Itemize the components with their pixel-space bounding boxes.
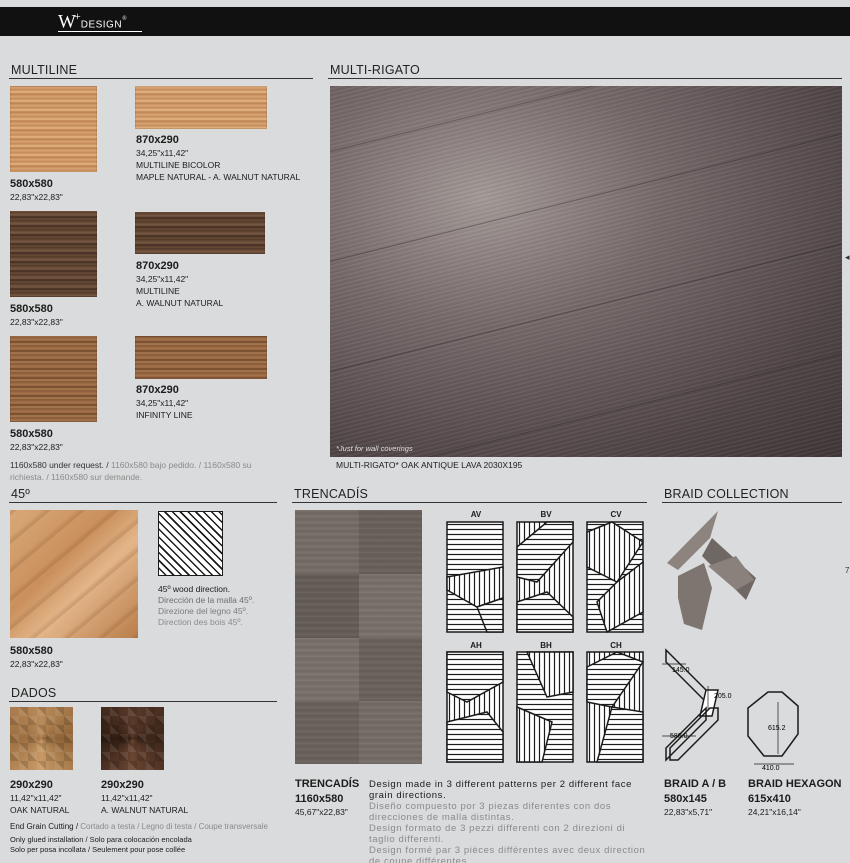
header-bar: W+DESIGN® (0, 7, 850, 36)
multiline-tile-2 (10, 211, 97, 297)
pattern-bh (516, 651, 574, 763)
trencadis-pattern-grid (446, 521, 645, 763)
tile-1-size: 580x580 (10, 178, 53, 190)
tile-3-size: 580x580 (10, 428, 53, 440)
hex-dim-615: 615.2 (768, 725, 786, 732)
wall-coverings-note: *Just for wall coverings (336, 444, 413, 453)
multiline-title: MULTILINE (11, 63, 78, 77)
pattern-label-cv: CV (610, 510, 622, 519)
dir-it: Direzione del legno 45º. (158, 606, 249, 616)
multiline-plank-2 (135, 212, 265, 254)
deg45-title: 45º (11, 487, 31, 501)
glued-note: Only glued installation / Solo para colo… (10, 835, 192, 854)
dados-title: DADOS (11, 686, 57, 700)
dado-2-name: A. WALNUT NATURAL (101, 805, 189, 815)
trencadis-photo (295, 510, 422, 764)
dado-1-name: OAK NATURAL (10, 805, 70, 815)
pattern-label-ah: AH (470, 641, 482, 650)
edge-arrow-icon: ◂ (845, 252, 850, 262)
pattern-av (446, 521, 504, 633)
tile-1-inch: 22,83"x22,83" (10, 192, 63, 202)
logo-underline (58, 31, 142, 32)
multiline-tile-1 (10, 86, 97, 172)
trencadis-name: TRENCADÍS (295, 778, 360, 790)
multi-rigato-rule (328, 78, 842, 79)
dir-fr: Direction des bois 45º. (158, 617, 243, 627)
braid-hex-inch: 24,21"x16,14" (748, 807, 801, 817)
multi-rigato-title: MULTI-RIGATO (330, 63, 420, 77)
braid-ab-size: 580x145 (664, 793, 707, 805)
deg45-rule (9, 502, 277, 503)
pattern-ch (586, 651, 645, 763)
plank-3-inch: 34,25"x11,42" (136, 398, 189, 408)
braid-ab-name: BRAID A / B (664, 778, 727, 790)
plank-2-size: 870x290 (136, 260, 179, 272)
deg45-inch: 22,83"x22,83" (10, 659, 63, 669)
trencadis-inch: 45,67"x22,83" (295, 807, 348, 817)
tile-2-inch: 22,83"x22,83" (10, 317, 63, 327)
braid-ab-inch: 22,83"x5,71" (664, 807, 713, 817)
tile-3-inch: 22,83"x22,83" (10, 442, 63, 452)
braid-dim-580: 580.0 (670, 733, 688, 740)
hex-dim-410: 410.0 (762, 765, 780, 772)
braid-dim-145: 145.0 (672, 667, 690, 674)
edge-page-number: 7 (845, 566, 850, 575)
diagonal-hatch-icon (158, 511, 223, 576)
multiline-tile-3 (10, 336, 97, 422)
multi-rigato-photo: *Just for wall coverings (330, 86, 842, 457)
plank-3-size: 870x290 (136, 384, 179, 396)
braid-dim-205: 205.0 (714, 693, 732, 700)
dado-2-inch: 11,42"x11,42" (101, 793, 153, 803)
oak45-tile (10, 510, 138, 638)
plank-2-line2: A. WALNUT NATURAL (136, 298, 224, 308)
trencadis-description: Design made in 3 different patterns per … (369, 779, 646, 863)
brand-logo: W+DESIGN® (58, 9, 127, 33)
dado-walnut-tile (101, 707, 164, 770)
braid-hex-size: 615x410 (748, 793, 791, 805)
multiline-rule (9, 78, 313, 79)
dados-rule (9, 701, 277, 702)
plank-1-line1: MULTILINE BICOLOR (136, 160, 221, 170)
plank-1-size: 870x290 (136, 134, 179, 146)
plank-2-line1: MULTILINE (136, 286, 180, 296)
trencadis-title: TRENCADÍS (294, 487, 369, 501)
trencadis-size: 1160x580 (295, 793, 344, 805)
multi-rigato-caption: MULTI-RIGATO* OAK ANTIQUE LAVA 2030X195 (336, 460, 523, 470)
pattern-label-ch: CH (610, 641, 622, 650)
tile-2-size: 580x580 (10, 303, 53, 315)
plank-1-inch: 34,25"x11,42" (136, 148, 189, 158)
dado-1-size: 290x290 (10, 779, 53, 791)
braid-hex-name: BRAID HEXAGON (748, 778, 842, 790)
pattern-cv (586, 521, 645, 634)
pattern-bv (516, 521, 574, 633)
braid-photo (667, 511, 756, 630)
request-note: 1160x580 under request. / 1160x580 bajo … (10, 460, 252, 482)
multiline-plank-1 (135, 86, 267, 129)
multiline-plank-3 (135, 336, 267, 379)
braid-rule (662, 502, 842, 503)
dir-es: Dirección de la malla 45º. (158, 595, 255, 605)
deg45-size: 580x580 (10, 645, 53, 657)
dir-en: 45º wood direction. (158, 584, 231, 594)
dado-oak-tile (10, 707, 73, 770)
end-grain-note: End Grain Cutting / Cortado a testa / Le… (10, 822, 268, 831)
plank-2-inch: 34,25"x11,42" (136, 274, 189, 284)
plank-1-line2: MAPLE NATURAL - A. WALNUT NATURAL (136, 172, 301, 182)
plank-3-line1: INFINITY LINE (136, 410, 193, 420)
pattern-label-bv: BV (540, 510, 552, 519)
pattern-ah (446, 651, 504, 763)
braid-title: BRAID COLLECTION (664, 487, 789, 501)
pattern-label-bh: BH (540, 641, 552, 650)
trencadis-rule (292, 502, 647, 503)
pattern-label-av: AV (470, 510, 482, 519)
dado-1-inch: 11,42"x11,42" (10, 793, 62, 803)
dado-2-size: 290x290 (101, 779, 144, 791)
braid-technical-drawing: 145.0 205.0 580.0 615.2 410.0 (662, 648, 799, 772)
